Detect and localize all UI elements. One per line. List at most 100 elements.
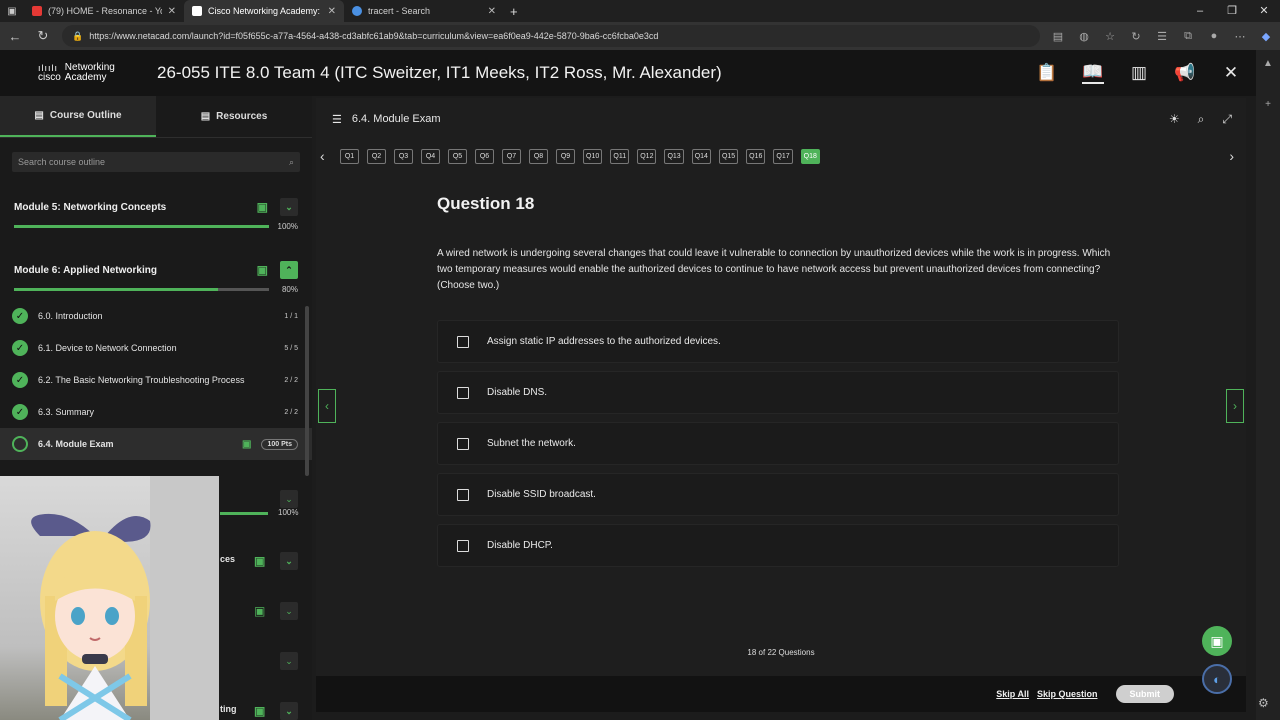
- checkbox[interactable]: [457, 488, 469, 501]
- prev-page-button[interactable]: ‹: [318, 389, 336, 423]
- book-icon[interactable]: 📖: [1082, 62, 1104, 84]
- chart-icon[interactable]: ▥: [1128, 63, 1150, 83]
- menu-collapse-icon[interactable]: ☰: [332, 113, 342, 126]
- megaphone-icon[interactable]: 📢: [1174, 63, 1196, 83]
- minimize-icon[interactable]: –: [1184, 0, 1216, 22]
- profile-icon[interactable]: ●: [1206, 30, 1222, 42]
- close-tab-icon[interactable]: ✕: [488, 6, 496, 17]
- next-question-icon[interactable]: ›: [1229, 148, 1234, 164]
- clipboard-icon[interactable]: 📋: [1036, 63, 1058, 83]
- maximize-icon[interactable]: ❐: [1216, 0, 1248, 22]
- sidebar-scrollbar[interactable]: [305, 306, 309, 476]
- webex-icon[interactable]: ◐: [1202, 664, 1232, 694]
- expand-icon[interactable]: ⤢: [1222, 112, 1232, 127]
- skip-question-link[interactable]: Skip Question: [1037, 689, 1098, 699]
- favorites-bar-icon[interactable]: ☰: [1154, 30, 1170, 43]
- question-button-q6[interactable]: Q6: [475, 148, 494, 164]
- checkbox[interactable]: [457, 386, 469, 399]
- close-icon[interactable]: ✕: [1220, 63, 1242, 83]
- new-tab-button[interactable]: +: [510, 4, 518, 19]
- page-scrollbar[interactable]: ▲ +: [1256, 50, 1280, 720]
- sidebar-item-module-exam[interactable]: 6.4. Module Exam ▣ 100 Pts: [0, 428, 312, 460]
- question-button-q3[interactable]: Q3: [394, 148, 413, 164]
- close-tab-icon[interactable]: ✕: [168, 6, 176, 17]
- checkbox[interactable]: [457, 437, 469, 450]
- extension-icon[interactable]: ◍: [1076, 30, 1092, 43]
- browser-tab-youtube[interactable]: (79) HOME - Resonance - Yo ✕: [24, 0, 184, 22]
- chevron-up-icon[interactable]: ⌃: [280, 261, 298, 279]
- chevron-down-icon[interactable]: ⌄: [280, 198, 298, 216]
- close-window-icon[interactable]: ✕: [1248, 0, 1280, 22]
- prev-question-icon[interactable]: ‹: [320, 148, 325, 164]
- checkbox[interactable]: [457, 539, 469, 552]
- favorite-icon[interactable]: ☆: [1102, 30, 1118, 43]
- reload-icon[interactable]: ↻: [34, 28, 52, 44]
- question-button-q14[interactable]: Q14: [691, 148, 711, 164]
- question-button-q13[interactable]: Q13: [664, 148, 684, 164]
- copilot-icon[interactable]: ◆: [1258, 30, 1274, 43]
- refresh-extension-icon[interactable]: ↻: [1128, 30, 1144, 43]
- answer-option[interactable]: Disable DNS.: [437, 371, 1119, 414]
- checkbox[interactable]: [457, 335, 469, 348]
- settings-icon[interactable]: ⚙: [1258, 696, 1269, 710]
- notes-button[interactable]: ▣: [1202, 626, 1232, 656]
- scroll-up-icon[interactable]: ▲: [1256, 58, 1280, 69]
- back-icon[interactable]: ←: [6, 29, 24, 44]
- chevron-down-icon[interactable]: ⌄: [280, 552, 298, 570]
- sidebar-item-intro[interactable]: ✓ 6.0. Introduction 1 / 1: [0, 300, 312, 332]
- more-icon[interactable]: ⋯: [1232, 30, 1248, 43]
- module-6[interactable]: Module 6: Applied Networking ▣ ⌃ 80%: [0, 261, 312, 294]
- document-icon[interactable]: ▣: [257, 200, 268, 214]
- tab-resources[interactable]: ▤ Resources: [156, 96, 312, 137]
- module-5[interactable]: Module 5: Networking Concepts ▣ ⌄ 100%: [0, 198, 312, 231]
- sidebar-item-device-connection[interactable]: ✓ 6.1. Device to Network Connection 5 / …: [0, 332, 312, 364]
- document-icon[interactable]: ▣: [254, 604, 265, 618]
- close-tab-icon[interactable]: ✕: [328, 6, 336, 17]
- search-icon[interactable]: ⌕: [1198, 112, 1205, 127]
- answer-option[interactable]: Disable SSID broadcast.: [437, 473, 1119, 516]
- window-menu-icon[interactable]: ▣: [0, 6, 24, 17]
- chevron-down-icon[interactable]: ⌄: [280, 652, 298, 670]
- question-button-q2[interactable]: Q2: [367, 148, 386, 164]
- chevron-down-icon[interactable]: ⌄: [280, 702, 298, 720]
- document-icon[interactable]: ▣: [254, 704, 265, 718]
- question-button-q17[interactable]: Q17: [773, 148, 793, 164]
- document-icon[interactable]: ▣: [254, 554, 265, 568]
- question-button-q16[interactable]: Q16: [746, 148, 766, 164]
- answer-option[interactable]: Disable DHCP.: [437, 524, 1119, 567]
- module-8-partial[interactable]: ces ▣ ⌄: [220, 552, 302, 570]
- reader-icon[interactable]: ▤: [1050, 30, 1066, 43]
- skip-all-link[interactable]: Skip All: [996, 689, 1029, 699]
- question-button-q12[interactable]: Q12: [637, 148, 657, 164]
- document-icon[interactable]: ▣: [257, 263, 268, 277]
- question-button-q1[interactable]: Q1: [340, 148, 359, 164]
- sidebar-item-summary[interactable]: ✓ 6.3. Summary 2 / 2: [0, 396, 312, 428]
- answer-option[interactable]: Assign static IP addresses to the author…: [437, 320, 1119, 363]
- question-button-q5[interactable]: Q5: [448, 148, 467, 164]
- submit-button[interactable]: Submit: [1115, 685, 1174, 703]
- collections-icon[interactable]: ⧉: [1180, 30, 1196, 43]
- cisco-logo[interactable]: ılıılı cisco Networking Academy: [0, 63, 135, 83]
- question-button-q15[interactable]: Q15: [718, 148, 739, 164]
- question-button-q9[interactable]: Q9: [556, 148, 575, 164]
- question-button-q10[interactable]: Q10: [583, 148, 603, 164]
- question-button-q18[interactable]: Q18: [800, 148, 820, 164]
- question-button-q7[interactable]: Q7: [502, 148, 521, 164]
- add-icon[interactable]: +: [1256, 99, 1280, 110]
- question-button-q8[interactable]: Q8: [529, 148, 548, 164]
- sidebar-item-troubleshooting[interactable]: ✓ 6.2. The Basic Networking Troubleshoot…: [0, 364, 312, 396]
- url-field[interactable]: 🔒 https://www.netacad.com/launch?id=f05f…: [62, 25, 1040, 47]
- chevron-down-icon[interactable]: ⌄: [280, 602, 298, 620]
- chevron-down-icon[interactable]: ⌄: [280, 490, 298, 508]
- answer-option[interactable]: Subnet the network.: [437, 422, 1119, 465]
- next-page-button[interactable]: ›: [1226, 389, 1244, 423]
- browser-tab-netacad[interactable]: Cisco Networking Academy: 26-0 ✕: [184, 0, 344, 22]
- search-icon[interactable]: ⌕: [289, 157, 294, 168]
- module-11-partial[interactable]: ting ▣ ⌄: [220, 702, 302, 720]
- question-button-q4[interactable]: Q4: [421, 148, 440, 164]
- browser-tab-search[interactable]: tracert - Search ✕: [344, 0, 504, 22]
- search-input[interactable]: Search course outline ⌕: [12, 152, 300, 172]
- theme-toggle-icon[interactable]: ☀: [1169, 112, 1180, 126]
- tab-course-outline[interactable]: ▤ Course Outline: [0, 96, 156, 137]
- question-button-q11[interactable]: Q11: [610, 148, 630, 164]
